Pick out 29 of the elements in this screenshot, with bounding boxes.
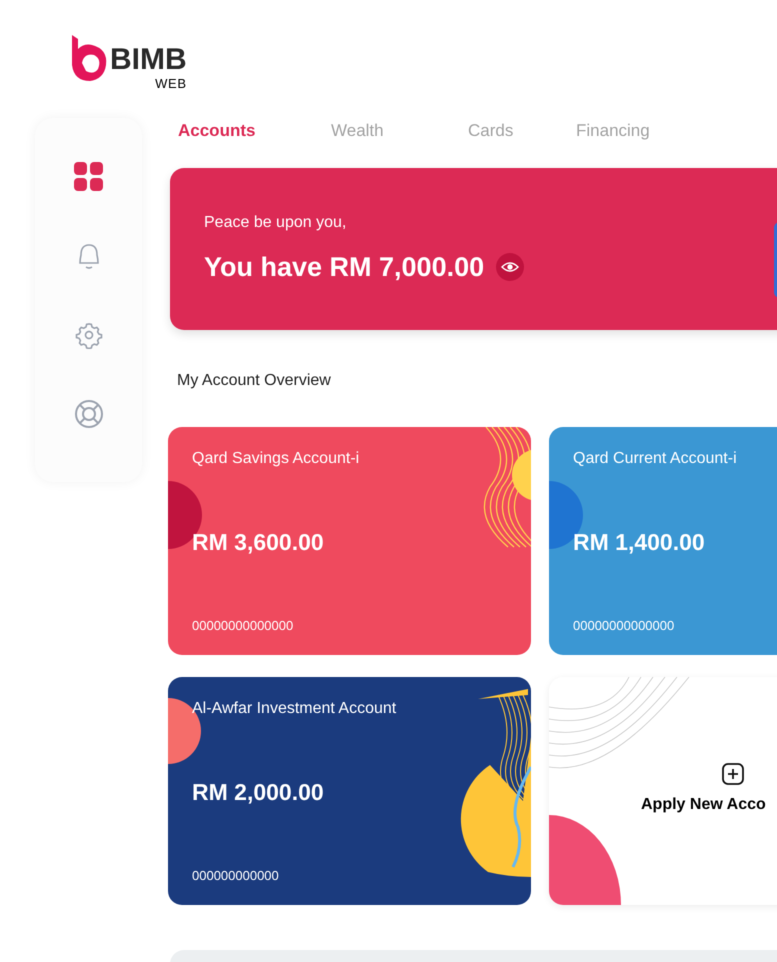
balance-text: You have RM 7,000.00 [204, 250, 484, 284]
account-balance: RM 2,000.00 [192, 778, 324, 807]
account-balance: RM 1,400.00 [573, 528, 705, 557]
apply-card[interactable]: Apply New Acco [549, 677, 777, 905]
tab[interactable]: Accounts [178, 118, 331, 144]
tab[interactable]: Cards [468, 118, 576, 144]
plus-icon [722, 763, 744, 785]
tab[interactable]: Financing [576, 118, 684, 144]
tab[interactable]: Wealth [331, 118, 468, 144]
account-name: Qard Savings Account-i [192, 449, 360, 469]
logo-subtext: WEB [155, 77, 187, 91]
section-title: My Account Overview [177, 371, 331, 391]
account-balance: RM 3,600.00 [192, 528, 324, 557]
apply-label: Apply New Acco [641, 795, 766, 815]
account-number: 000000000000 [192, 866, 279, 884]
gear-icon [74, 321, 102, 349]
account-card[interactable]: Qard Current Account-i RM 1,400.00 00000000000000 [549, 427, 777, 655]
eye-button[interactable] [496, 253, 524, 281]
greeting-text: Peace be upon you, [204, 212, 346, 233]
account-card[interactable]: Al-Awfar Investment Account RM 2,000.00 000000000000 [168, 677, 531, 905]
account-name: Qard Current Account-i [573, 449, 737, 469]
account-number: 00000000000000 [192, 616, 294, 634]
account-name: Al-Awfar Investment Account [192, 699, 396, 719]
grid-icon [74, 162, 104, 192]
account-number: 00000000000000 [573, 616, 674, 634]
help-icon [74, 399, 104, 429]
account-card[interactable]: Qard Savings Account-i RM 3,600.00 00000000000000 [168, 427, 531, 655]
logo-text: BIMB [110, 43, 187, 77]
eye-icon [501, 261, 520, 273]
